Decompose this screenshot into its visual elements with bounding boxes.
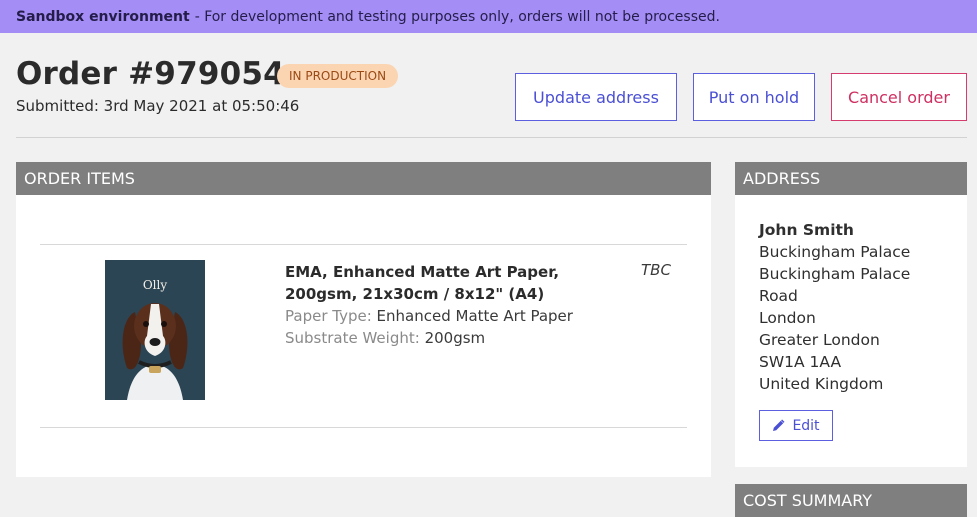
item-top-rule [40,244,687,245]
item-bottom-rule [40,427,687,428]
banner-title: Sandbox environment [16,8,190,25]
header-divider [16,137,967,138]
address-line: Greater London [759,331,880,349]
banner-text: - For development and testing purposes o… [194,8,720,25]
page-title: Order #979054 [16,56,285,92]
attr-value-substrate-weight: 200gsm [424,329,486,347]
attr-label-paper-type: Paper Type: [285,307,372,325]
sandbox-banner: Sandbox environment - For development an… [0,0,977,33]
edit-address-button[interactable]: Edit [759,410,833,441]
address-line: United Kingdom [759,375,884,393]
status-badge: IN PRODUCTION [277,64,399,88]
order-items-card: Olly EMA, Enhanced Matte Art Paper, 200g… [16,195,711,477]
cost-summary-header: COST SUMMARY [735,484,967,517]
address-line: London [759,309,816,327]
address-line: Buckingham Palace [759,243,911,261]
address-block: John Smith Buckingham Palace Buckingham … [759,219,910,395]
pencil-icon [773,419,785,431]
product-thumbnail[interactable]: Olly [105,260,205,400]
address-line: SW1A 1AA [759,353,842,371]
cancel-order-button[interactable]: Cancel order [831,73,967,121]
item-price: TBC [641,261,671,279]
item-attribute-paper: Paper Type: Enhanced Matte Art Paper [285,305,573,327]
address-heading: ADDRESS [743,169,821,188]
address-header: ADDRESS [735,162,967,195]
submitted-date: Submitted: 3rd May 2021 at 05:50:46 [16,97,300,115]
edit-label: Edit [792,417,820,434]
order-items-header: ORDER ITEMS [16,162,711,195]
attr-value-paper-type: Enhanced Matte Art Paper [376,307,573,325]
address-card: John Smith Buckingham Palace Buckingham … [735,195,967,467]
item-product-name: EMA, Enhanced Matte Art Paper, 200gsm, 2… [285,263,560,303]
put-on-hold-button[interactable]: Put on hold [693,73,815,121]
update-address-button[interactable]: Update address [515,73,677,121]
item-attribute-weight: Substrate Weight: 200gsm [285,327,485,349]
order-items-heading: ORDER ITEMS [24,169,135,188]
address-line: Road [759,287,798,305]
cost-summary-heading: COST SUMMARY [743,491,873,510]
address-line: Buckingham Palace [759,265,911,283]
attr-label-substrate-weight: Substrate Weight: [285,329,420,347]
address-name: John Smith [759,221,854,239]
thumbnail-caption: Olly [142,278,168,292]
